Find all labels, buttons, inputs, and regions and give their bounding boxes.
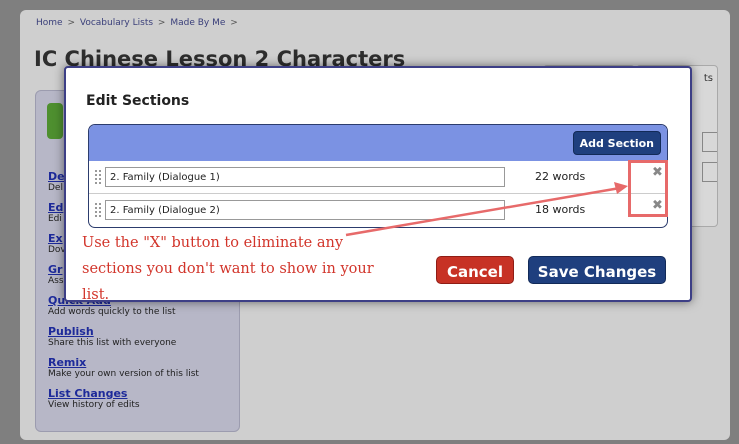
annotation-text: Use the "X" button to eliminate any sect…	[82, 235, 374, 303]
annotation-arrow-icon	[345, 182, 628, 237]
